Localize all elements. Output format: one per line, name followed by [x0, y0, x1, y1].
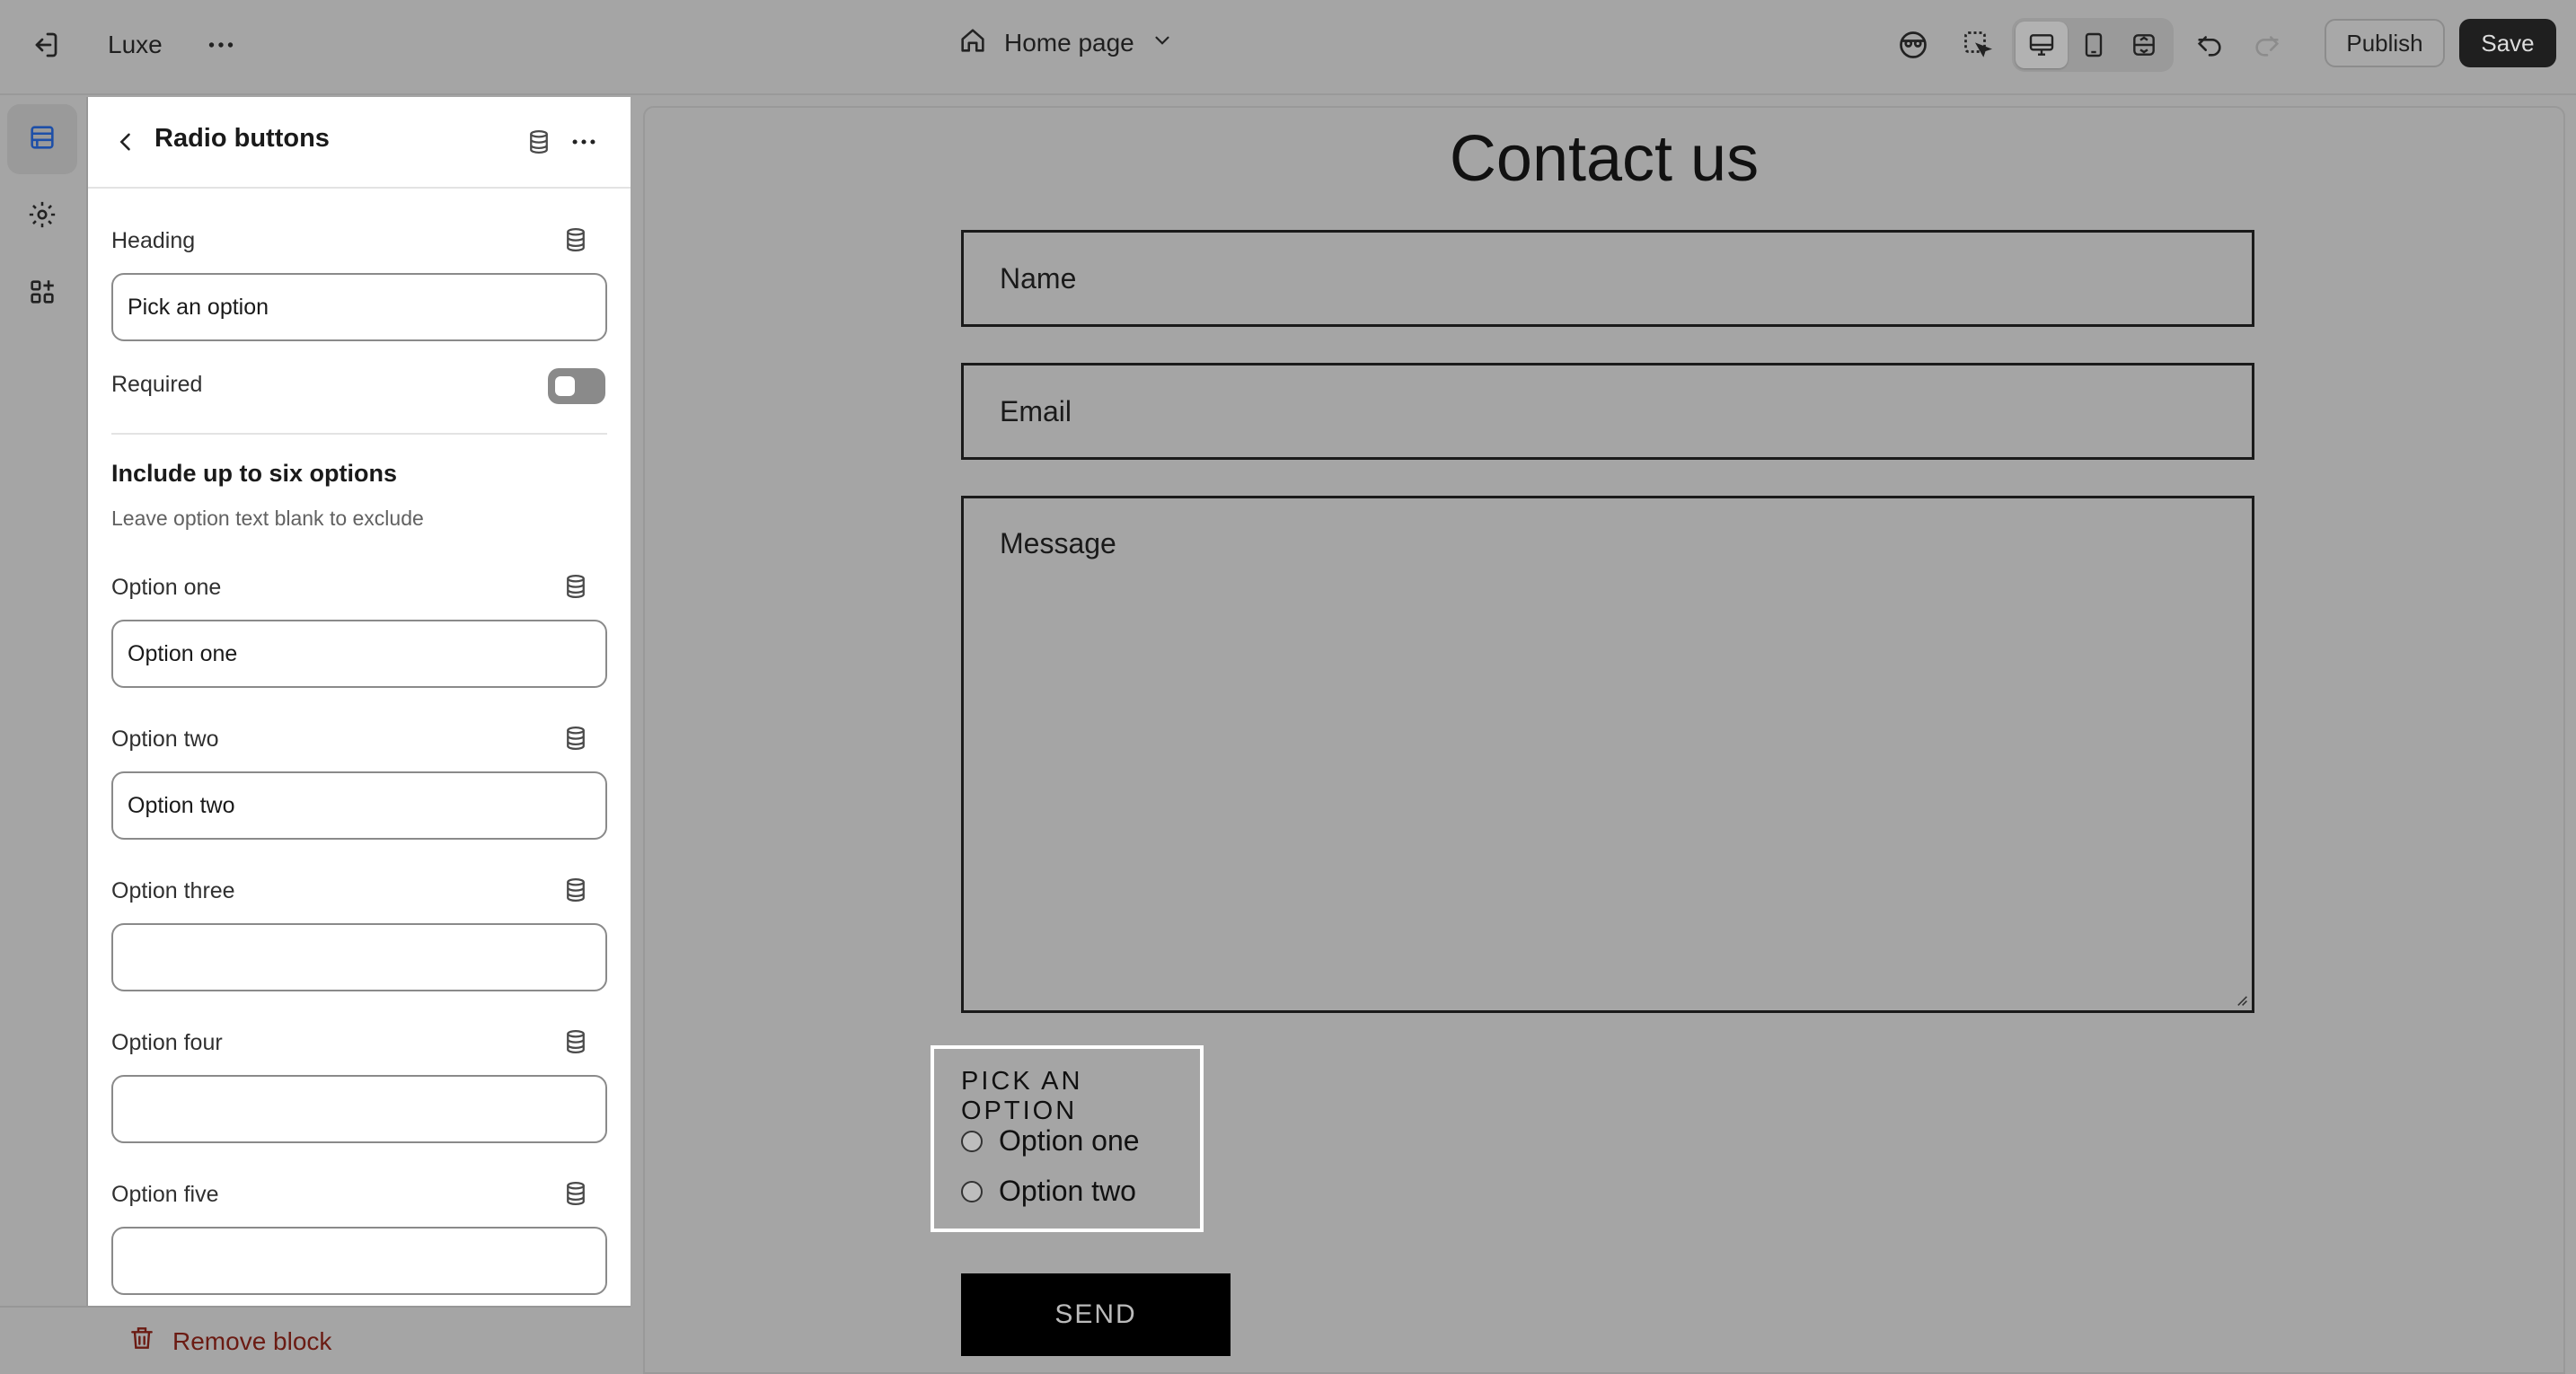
resize-grip-icon[interactable]	[2234, 992, 2248, 1007]
redo-icon[interactable]	[2247, 25, 2287, 65]
rail-settings-button[interactable]	[7, 181, 77, 251]
options-section-heading: Include up to six options	[111, 460, 398, 487]
dynamic-source-icon[interactable]	[562, 725, 591, 753]
remove-block-label: Remove block	[172, 1326, 332, 1355]
radio-option[interactable]: Option two	[961, 1175, 1136, 1208]
required-toggle[interactable]	[548, 368, 605, 404]
chevron-down-icon	[1151, 29, 1174, 58]
storefront-preview: Contact us Name Email Message PICK AN OP…	[643, 106, 2565, 1374]
name-field[interactable]: Name	[961, 230, 2254, 327]
email-field[interactable]: Email	[961, 363, 2254, 460]
apps-icon	[27, 277, 57, 312]
dynamic-source-icon[interactable]	[562, 876, 591, 905]
home-icon	[957, 25, 988, 62]
option-two-label: Option two	[111, 727, 219, 752]
dynamic-source-icon[interactable]	[562, 573, 591, 602]
message-placeholder: Message	[1000, 527, 1116, 559]
rail-sections-button[interactable]	[7, 104, 77, 174]
sections-icon	[27, 122, 57, 157]
remove-block-button[interactable]: Remove block	[128, 1324, 331, 1359]
option-four-input[interactable]	[111, 1075, 607, 1143]
inspector-icon[interactable]	[1893, 25, 1933, 65]
required-label: Required	[111, 372, 203, 397]
option-three-input[interactable]	[111, 923, 607, 991]
left-rail	[0, 97, 88, 1374]
back-icon[interactable]	[106, 122, 146, 162]
send-button[interactable]: SEND	[961, 1273, 1231, 1356]
rail-apps-button[interactable]	[7, 259, 77, 329]
panel-footer: Remove block	[0, 1306, 631, 1374]
option-five-input[interactable]	[111, 1227, 607, 1295]
toggle-knob	[555, 376, 575, 396]
publish-button[interactable]: Publish	[2325, 19, 2445, 67]
fullscreen-view-icon[interactable]	[2123, 25, 2165, 65]
option-five-label: Option five	[111, 1182, 219, 1207]
dynamic-source-icon[interactable]	[562, 1180, 591, 1209]
heading-input[interactable]: Pick an option	[111, 273, 607, 341]
contact-heading: Contact us	[1449, 123, 1760, 195]
option-three-label: Option three	[111, 878, 235, 903]
exit-icon[interactable]	[25, 25, 65, 65]
divider	[111, 433, 607, 435]
radio-option[interactable]: Option one	[961, 1124, 1140, 1158]
trash-icon	[128, 1324, 156, 1359]
block-settings-panel: Radio buttons Heading Pick an option Req…	[88, 97, 631, 1306]
options-section-help: Leave option text blank to exclude	[111, 506, 424, 530]
desktop-view-icon[interactable]	[2021, 25, 2062, 65]
heading-label: Heading	[111, 228, 196, 253]
dynamic-source-icon[interactable]	[523, 126, 555, 158]
dynamic-source-icon[interactable]	[562, 1028, 591, 1057]
message-field[interactable]: Message	[961, 496, 2254, 1013]
panel-header: Radio buttons	[88, 97, 631, 189]
mobile-view-icon[interactable]	[2073, 25, 2114, 65]
option-one-input[interactable]: Option one	[111, 620, 607, 688]
more-icon[interactable]	[564, 122, 604, 162]
option-two-input[interactable]: Option two	[111, 771, 607, 840]
select-element-icon[interactable]	[1958, 25, 1998, 65]
radio-heading: PICK AN OPTION	[961, 1067, 1083, 1125]
undo-icon[interactable]	[2190, 25, 2229, 65]
top-bar: Luxe Home page Publish Save	[0, 0, 2576, 95]
option-four-label: Option four	[111, 1030, 223, 1055]
radio-circle[interactable]	[961, 1180, 983, 1202]
save-button[interactable]: Save	[2459, 19, 2556, 67]
panel-title: Radio buttons	[154, 124, 330, 153]
option-one-label: Option one	[111, 575, 222, 600]
store-name: Luxe	[108, 31, 163, 58]
radio-option-label: Option two	[999, 1175, 1136, 1207]
radio-buttons-block[interactable]: PICK AN OPTION Option one Option two	[931, 1045, 1204, 1232]
page-picker-label: Home page	[1004, 29, 1134, 57]
gear-icon	[27, 199, 57, 234]
page-picker[interactable]: Home page	[957, 23, 1174, 63]
radio-circle[interactable]	[961, 1130, 983, 1152]
dynamic-source-icon[interactable]	[562, 226, 591, 255]
more-icon[interactable]	[201, 25, 241, 65]
radio-option-label: Option one	[999, 1124, 1140, 1157]
